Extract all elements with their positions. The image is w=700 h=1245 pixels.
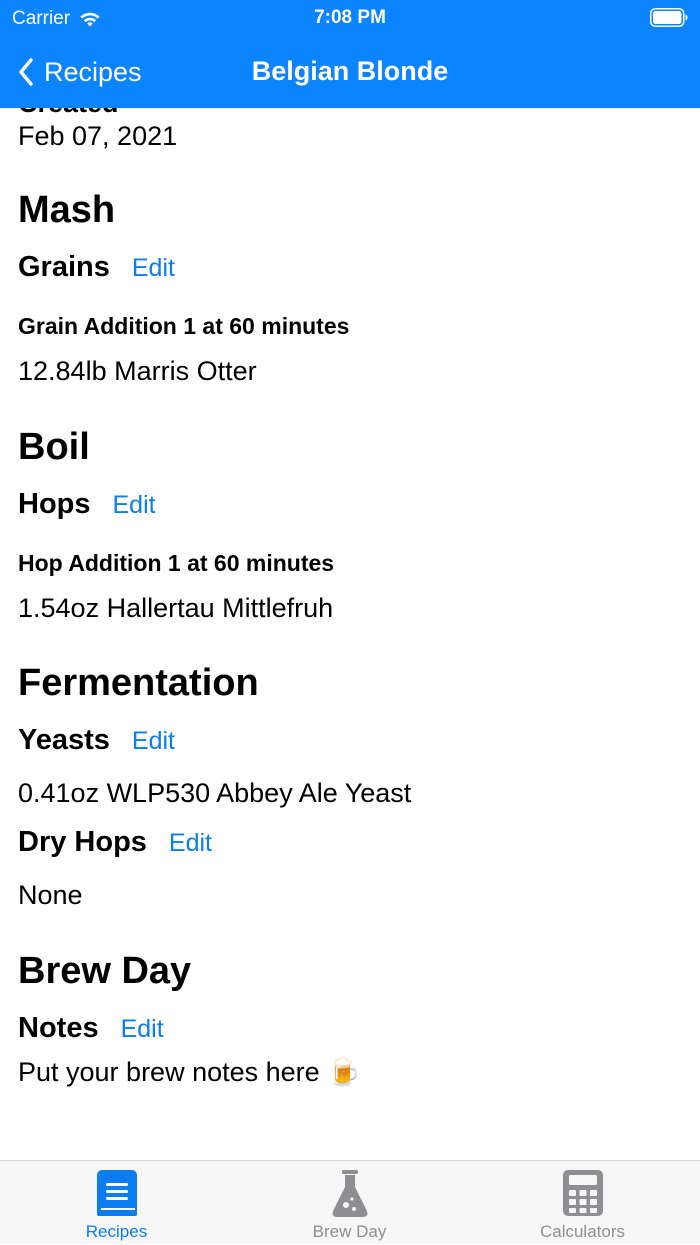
- boil-section: Boil: [18, 425, 90, 469]
- tab-calculators[interactable]: Calculators: [466, 1161, 699, 1245]
- yeasts-row: Yeasts Edit: [18, 722, 175, 758]
- recipe-detail-scroll[interactable]: Created Feb 07, 2021 Mash Grains Edit Gr…: [0, 108, 700, 1160]
- edit-yeasts-button[interactable]: Edit: [132, 727, 175, 756]
- grain-addition-item: 12.84lb Marris Otter: [18, 356, 257, 386]
- boil-heading: Boil: [18, 426, 90, 468]
- edit-notes-button[interactable]: Edit: [121, 1015, 164, 1044]
- nav-bar: Recipes Belgian Blonde: [0, 44, 700, 100]
- hops-label: Hops: [18, 488, 91, 520]
- brew-day-heading: Brew Day: [18, 950, 192, 992]
- notes-text: Put your brew notes here 🍺: [18, 1057, 361, 1087]
- dry-hops-row: Dry Hops Edit: [18, 824, 212, 860]
- hops-row: Hops Edit: [18, 486, 156, 522]
- edit-hops-button[interactable]: Edit: [113, 491, 156, 520]
- status-time: 7:08 PM: [314, 7, 386, 28]
- tab-calculators-label: Calculators: [539, 1222, 626, 1241]
- dry-hops-label: Dry Hops: [18, 826, 147, 858]
- edit-dry-hops-button[interactable]: Edit: [169, 829, 212, 858]
- navigation-header: Carrier 7:08 PM Recipes Belgian Blonde: [0, 0, 700, 108]
- page-title: Belgian Blonde: [251, 56, 449, 86]
- grains-row: Grains Edit: [18, 249, 175, 285]
- tab-bar: Recipes Brew Day Calculators: [0, 1160, 700, 1244]
- hop-addition-item: 1.54oz Hallertau Mittlefruh: [18, 593, 334, 623]
- hop-addition-title: Hop Addition 1 at 60 minutes: [18, 550, 335, 576]
- created-heading: Created: [18, 108, 119, 118]
- tab-brew-day-label: Brew Day: [312, 1222, 387, 1241]
- yeasts-label: Yeasts: [18, 724, 110, 756]
- grain-addition-title: Grain Addition 1 at 60 minutes: [18, 313, 350, 339]
- created-date: Feb 07, 2021: [18, 121, 178, 151]
- fermentation-heading: Fermentation: [18, 662, 259, 704]
- book-icon: [96, 1170, 137, 1216]
- battery-icon: [650, 8, 688, 27]
- mash-section: Mash: [18, 188, 115, 232]
- status-bar: Carrier 7:08 PM: [0, 0, 700, 36]
- tab-recipes[interactable]: Recipes: [0, 1161, 233, 1245]
- notes-label: Notes: [18, 1012, 99, 1044]
- tab-recipes-label: Recipes: [85, 1222, 148, 1241]
- brew-day-section: Brew Day: [18, 949, 191, 993]
- edit-grains-button[interactable]: Edit: [132, 254, 175, 283]
- fermentation-section: Fermentation: [18, 661, 259, 705]
- grains-label: Grains: [18, 251, 110, 283]
- notes-row: Notes Edit: [18, 1010, 164, 1046]
- calculator-icon: [562, 1170, 603, 1216]
- tab-brew-day[interactable]: Brew Day: [233, 1161, 466, 1245]
- flask-icon: [332, 1170, 367, 1217]
- mash-heading: Mash: [18, 189, 116, 231]
- yeast-item: 0.41oz WLP530 Abbey Ale Yeast: [18, 778, 412, 808]
- dry-hops-value: None: [18, 880, 83, 910]
